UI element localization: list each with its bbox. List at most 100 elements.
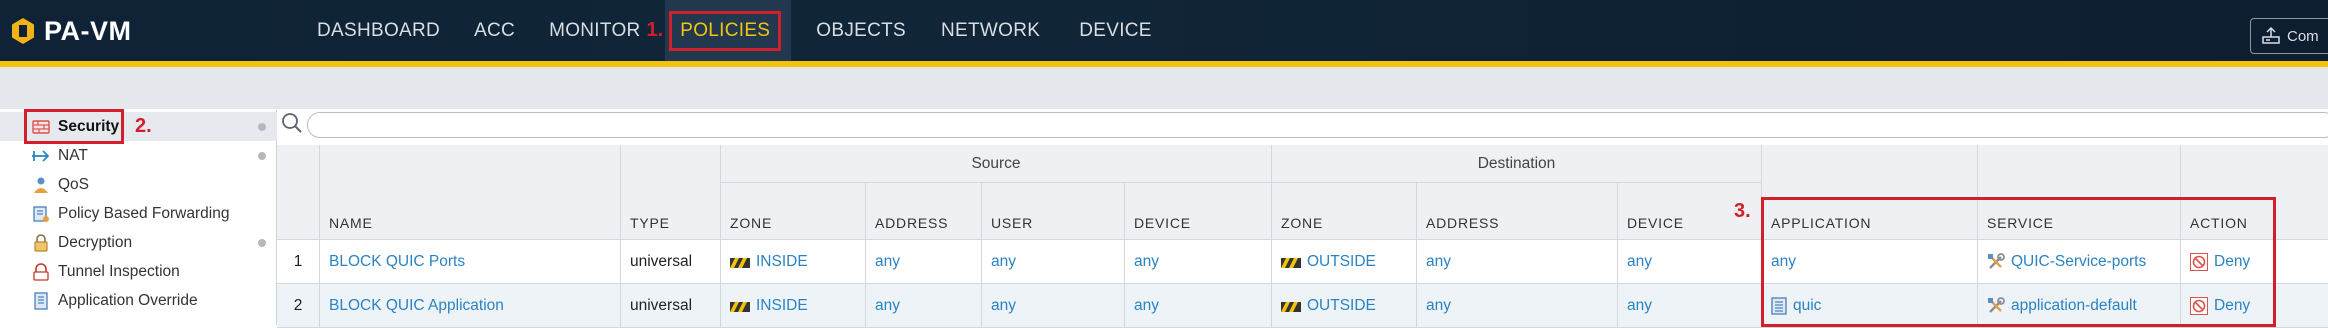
app-title: PA-VM: [44, 15, 132, 46]
destination-zone-link[interactable]: OUTSIDE: [1307, 253, 1376, 271]
sidebar-item-label: Policy Based Forwarding: [58, 204, 230, 222]
application-icon: [1771, 296, 1787, 315]
nav-tab-policies[interactable]: POLICIES: [665, 0, 792, 61]
destination-device-cell: any: [1618, 284, 1762, 328]
action-value[interactable]: Deny: [2214, 297, 2250, 315]
service-tools-icon: [1988, 252, 2005, 269]
column-header-destination-zone[interactable]: ZONE: [1272, 183, 1417, 240]
deny-icon: [2190, 252, 2208, 271]
sidebar-item-qos[interactable]: QoS: [0, 170, 277, 199]
column-header-application[interactable]: APPLICATION: [1762, 145, 1978, 240]
sidebar-item-nat[interactable]: NAT: [0, 141, 277, 170]
source-device-value[interactable]: any: [1134, 297, 1159, 315]
destination-address-value[interactable]: any: [1426, 297, 1451, 315]
rule-type-cell: universal: [621, 240, 721, 284]
rule-name-cell: BLOCK QUIC Application: [320, 284, 621, 328]
app-override-icon: [31, 291, 51, 311]
destination-device-value[interactable]: any: [1627, 253, 1652, 271]
commit-button[interactable]: Com: [2250, 18, 2328, 54]
column-header-service[interactable]: SERVICE: [1978, 145, 2181, 240]
source-device-value[interactable]: any: [1134, 253, 1159, 271]
service-cell: application-default: [1978, 284, 2181, 328]
destination-address-value[interactable]: any: [1426, 253, 1451, 271]
column-header-source-zone[interactable]: ZONE: [721, 183, 866, 240]
source-zone-link[interactable]: INSIDE: [756, 253, 808, 271]
annotation-step-1: 1.: [646, 19, 664, 41]
sidebar-item-application-override[interactable]: Application Override: [0, 286, 277, 315]
source-address-value[interactable]: any: [875, 253, 900, 271]
column-header-destination-address[interactable]: ADDRESS: [1417, 183, 1618, 240]
application-link[interactable]: quic: [1793, 297, 1821, 315]
tunnel-icon: [31, 262, 51, 282]
sidebar-item-label: Decryption: [58, 233, 133, 251]
sidebar-item-tunnel-inspection[interactable]: Tunnel Inspection: [0, 257, 277, 286]
search-icon[interactable]: [281, 112, 303, 134]
status-dot: [258, 122, 266, 131]
nav-tab-acc[interactable]: ACC: [457, 0, 532, 61]
nav-tab-objects[interactable]: OBJECTS: [791, 0, 923, 61]
application-cell: quic: [1762, 284, 1978, 328]
destination-zone-link[interactable]: OUTSIDE: [1307, 297, 1376, 315]
application-value[interactable]: any: [1771, 253, 1796, 271]
service-cell: QUIC-Service-ports: [1978, 240, 2181, 284]
column-header-source-user[interactable]: USER: [982, 183, 1125, 240]
action-value[interactable]: Deny: [2214, 253, 2250, 271]
sidebar-item-pbf[interactable]: Policy Based Forwarding: [0, 199, 277, 228]
rule-name-cell: BLOCK QUIC Ports: [320, 240, 621, 284]
rule-type-cell: universal: [621, 284, 721, 328]
column-header-type[interactable]: TYPE: [621, 145, 721, 240]
column-header-action[interactable]: ACTION: [2181, 145, 2328, 240]
zone-icon: [1281, 301, 1301, 312]
service-tools-icon: [1988, 296, 2005, 313]
status-dot: [258, 238, 266, 247]
source-device-cell: any: [1125, 284, 1272, 328]
pbf-icon: [31, 204, 51, 224]
main-nav: DASHBOARD ACC MONITOR 1. POLICIES OBJECT…: [300, 0, 1169, 61]
source-user-value[interactable]: any: [991, 297, 1016, 315]
search-input[interactable]: [307, 112, 2328, 138]
service-link[interactable]: QUIC-Service-ports: [2011, 253, 2146, 271]
sidebar-item-label: NAT: [58, 146, 88, 164]
source-address-cell: any: [866, 284, 982, 328]
zone-icon: [1281, 257, 1301, 268]
source-user-cell: any: [982, 240, 1125, 284]
nav-tab-policies-label: POLICIES: [669, 10, 782, 51]
source-zone-link[interactable]: INSIDE: [756, 297, 808, 315]
nav-tab-monitor[interactable]: MONITOR: [532, 0, 646, 61]
sidebar-item-decryption[interactable]: Decryption: [0, 228, 277, 257]
zone-icon: [730, 301, 750, 312]
nav-tab-dashboard[interactable]: DASHBOARD: [300, 0, 457, 61]
policy-sidebar: Security 2. NAT QoS Policy Based Forward…: [0, 109, 277, 325]
rule-name-link[interactable]: BLOCK QUIC Ports: [329, 253, 465, 271]
column-header-source-address[interactable]: ADDRESS: [866, 183, 982, 240]
destination-zone-cell: OUTSIDE: [1272, 284, 1417, 328]
app-logo: PA-VM: [12, 14, 132, 48]
source-zone-cell: INSIDE: [721, 240, 866, 284]
toolbar-strip: [0, 67, 2328, 109]
nav-tab-device[interactable]: DEVICE: [1057, 0, 1169, 61]
zone-icon: [730, 257, 750, 268]
action-cell: Deny: [2181, 240, 2328, 284]
row-number: 1: [277, 240, 320, 284]
destination-device-cell: any: [1618, 240, 1762, 284]
column-header-name[interactable]: NAME: [320, 145, 621, 240]
application-cell: any: [1762, 240, 1978, 284]
source-zone-cell: INSIDE: [721, 284, 866, 328]
source-address-cell: any: [866, 240, 982, 284]
destination-zone-cell: OUTSIDE: [1272, 240, 1417, 284]
paloalto-logo-icon: [12, 18, 34, 44]
sidebar-item-label: QoS: [58, 175, 90, 193]
column-header-source-device[interactable]: DEVICE: [1125, 183, 1272, 240]
security-policy-table: NAME TYPE Source ZONE ADDRESS USER DEVIC…: [277, 145, 2328, 328]
nav-tab-network[interactable]: NETWORK: [923, 0, 1057, 61]
source-address-value[interactable]: any: [875, 297, 900, 315]
rule-name-link[interactable]: BLOCK QUIC Application: [329, 297, 504, 315]
service-link[interactable]: application-default: [2011, 297, 2137, 315]
sidebar-item-security[interactable]: Security 2.: [0, 109, 277, 144]
destination-device-value[interactable]: any: [1627, 297, 1652, 315]
group-header-destination: Destination: [1272, 145, 1762, 183]
annotation-step-3: 3.: [1734, 200, 1751, 222]
action-cell: Deny: [2181, 284, 2328, 328]
source-user-value[interactable]: any: [991, 253, 1016, 271]
annotation-step-2: 2.: [135, 115, 152, 137]
